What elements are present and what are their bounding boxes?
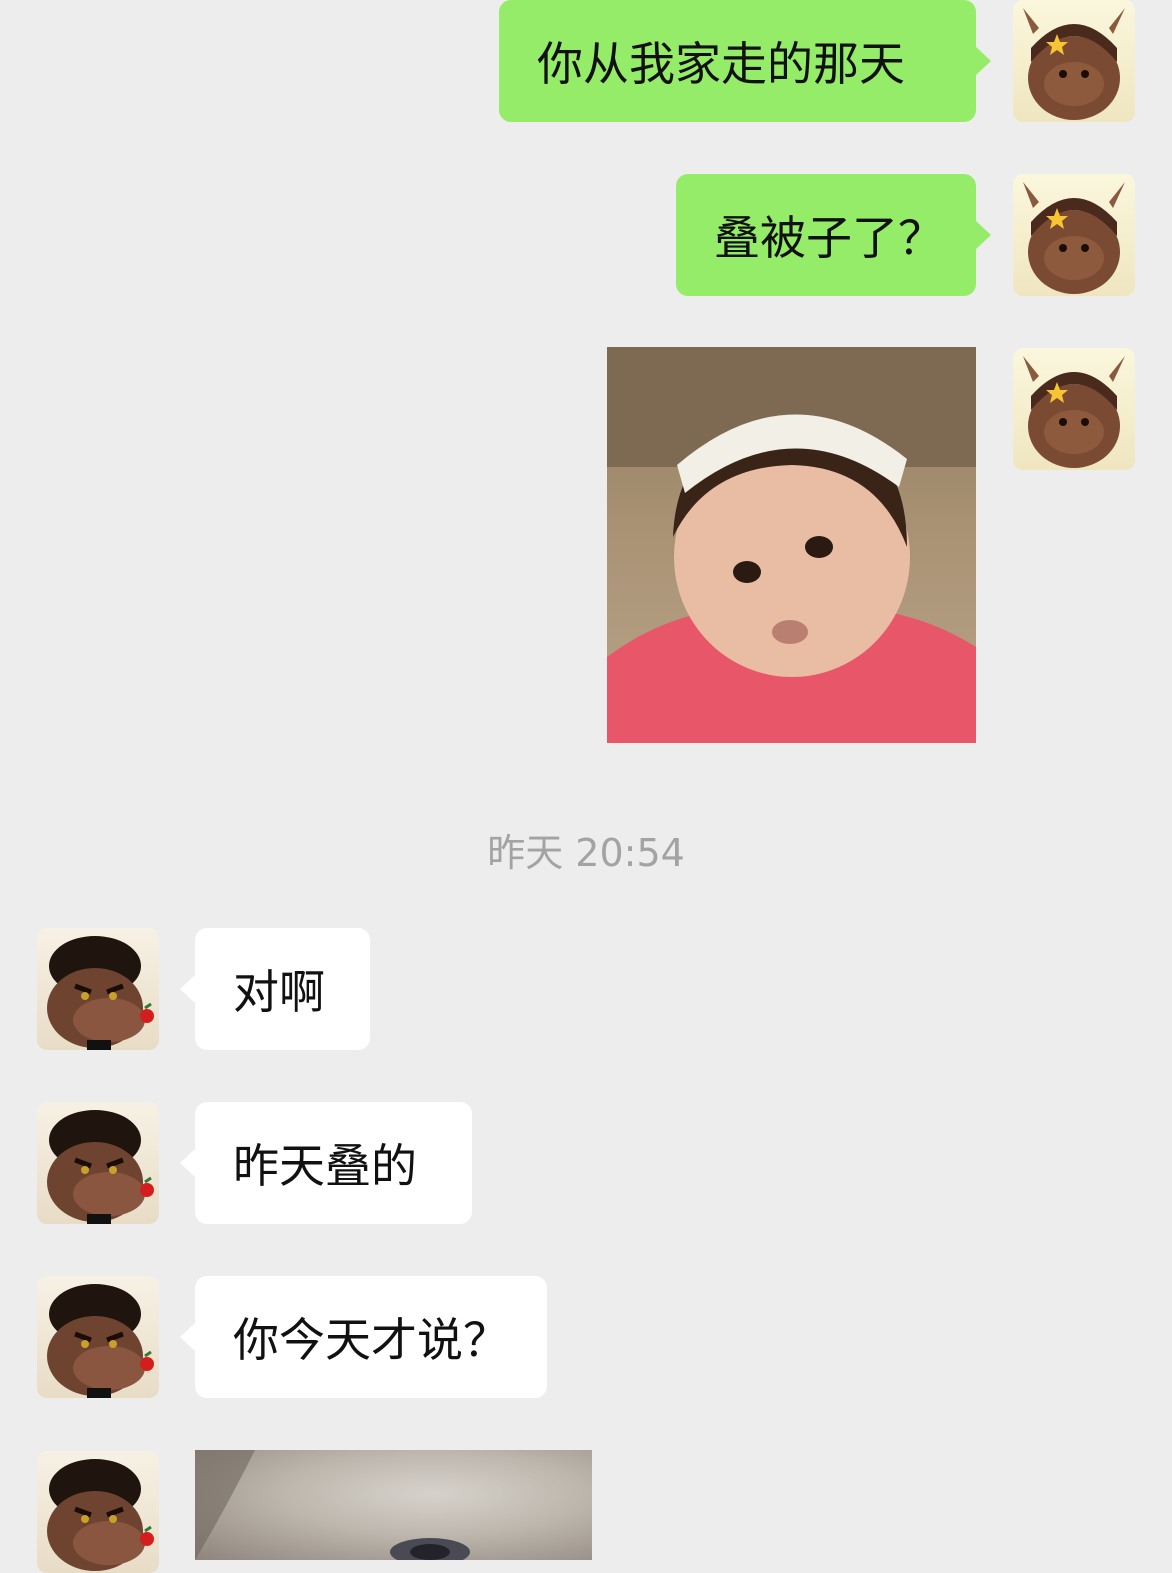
message-text: 你从我家走的那天 [537, 37, 905, 91]
hippo-boy-avatar-icon [47, 936, 154, 1050]
friend-avatar[interactable] [37, 1276, 159, 1398]
sent-message-bubble[interactable]: 你从我家走的那天 [499, 0, 991, 122]
hippo-boy-avatar-icon [47, 1459, 154, 1571]
sent-message-bubble[interactable]: 叠被子了？ [676, 174, 991, 296]
message-text: 对啊 [233, 965, 325, 1019]
cat-closeup-image[interactable] [195, 1450, 592, 1560]
hippo-boy-avatar-icon [47, 1284, 154, 1398]
hippo-girl-avatar-icon [1023, 8, 1125, 120]
received-message-bubble[interactable]: 你今天才说？ [180, 1276, 547, 1398]
baby-sticker-picture [607, 347, 976, 743]
hippo-girl-avatar-icon [1023, 182, 1125, 294]
received-message-bubble[interactable]: 昨天叠的 [180, 1102, 472, 1224]
baby-sticker-image[interactable] [607, 347, 976, 743]
message-text: 你今天才说？ [233, 1313, 509, 1367]
self-avatar[interactable] [1013, 174, 1135, 296]
message-text: 叠被子了？ [714, 211, 944, 265]
friend-avatar[interactable] [37, 1451, 159, 1573]
friend-avatar[interactable] [37, 928, 159, 1050]
hippo-boy-avatar-icon [47, 1110, 154, 1224]
self-avatar[interactable] [1013, 348, 1135, 470]
hippo-girl-avatar-icon [1023, 356, 1125, 468]
received-message-bubble[interactable]: 对啊 [180, 928, 370, 1050]
cat-closeup-picture [195, 1450, 470, 1560]
chat-timestamp: 昨天 20:54 [487, 831, 685, 875]
self-avatar[interactable] [1013, 0, 1135, 122]
message-text: 昨天叠的 [233, 1139, 417, 1193]
friend-avatar[interactable] [37, 1102, 159, 1224]
